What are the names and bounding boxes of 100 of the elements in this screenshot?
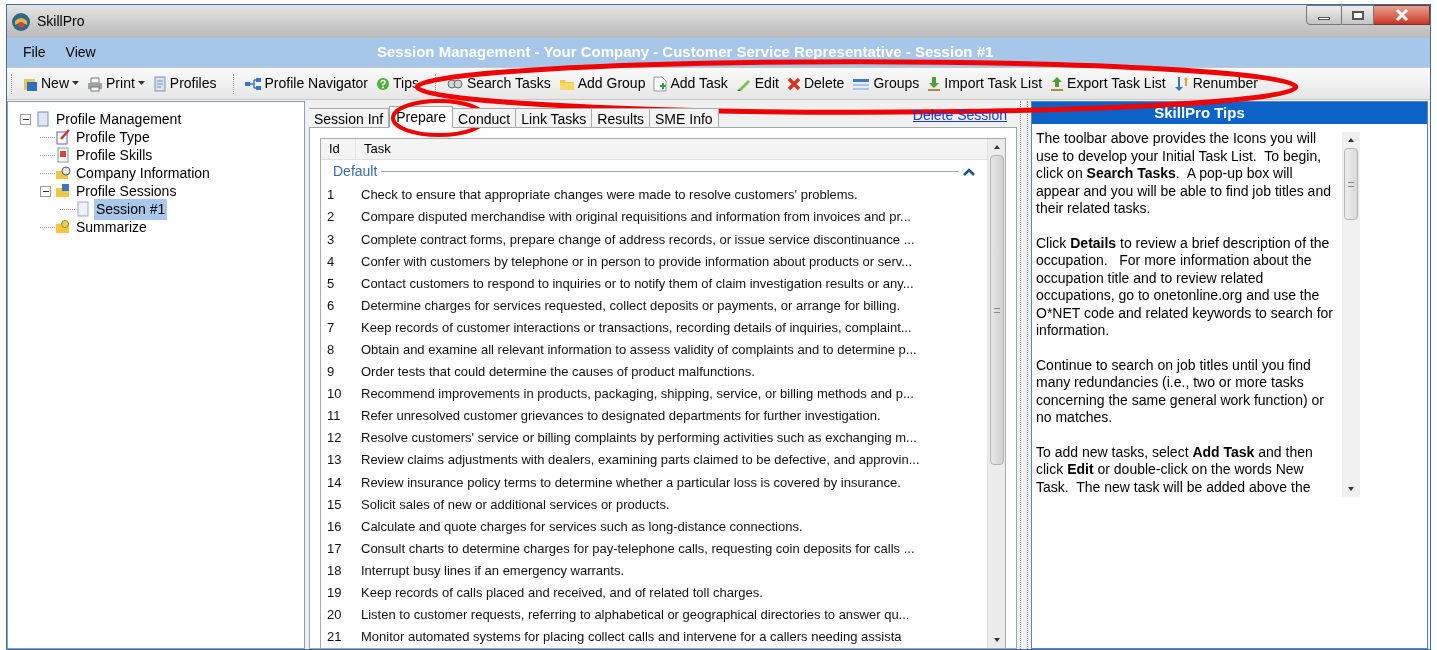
close-button[interactable]: [1374, 5, 1430, 25]
tip-paragraph: To add new tasks, select Add Task and then click Edit or double-click on the words New Task. The new task will be added above the: [1036, 443, 1314, 496]
toolbar-button[interactable]: Search Tasks: [441, 71, 555, 96]
row-id: 2: [326, 208, 336, 227]
checklist-icon: [55, 147, 71, 163]
collapse-icon[interactable]: [963, 167, 975, 176]
column-header[interactable]: Task: [355, 139, 391, 159]
group-label: Default: [333, 162, 378, 182]
tab[interactable]: Results: [592, 108, 651, 128]
row-id: 20: [326, 606, 343, 625]
toolbar-button[interactable]: Profiles: [148, 71, 221, 96]
toolbar-button[interactable]: Edit: [731, 71, 783, 96]
task-text[interactable]: Solicit sales of new or additional services or products.: [355, 494, 670, 515]
toolbar-button[interactable]: Export Task List: [1046, 71, 1170, 96]
maximize-button[interactable]: [1342, 5, 1374, 25]
tree-item[interactable]: Session #1: [94, 198, 168, 220]
row-id: 13: [326, 451, 343, 470]
page-add-icon: [653, 75, 668, 92]
toolbar-button[interactable]: New: [18, 71, 83, 96]
row-id: 19: [326, 584, 343, 602]
row-id: 1: [326, 186, 336, 205]
task-text[interactable]: Refer unresolved customer grievances to designated departments for further investigation.: [355, 406, 881, 426]
task-text[interactable]: Consult charts to determine charges for pay-telephone calls, requesting coin deposits for calls ...: [355, 538, 915, 559]
tab[interactable]: Session Inf: [309, 108, 390, 128]
row-id: 5: [326, 274, 336, 293]
sort-arrows-icon: [1173, 75, 1190, 92]
task-text[interactable]: Keep records of calls placed and received, and of related toll charges.: [355, 583, 763, 603]
toolbar-button[interactable]: Add Group: [554, 71, 650, 96]
row-id: 21: [326, 628, 343, 647]
collapse-toggle[interactable]: [20, 113, 31, 125]
splitter[interactable]: [1020, 101, 1028, 649]
down-arrow-icon: [927, 75, 942, 92]
task-text[interactable]: Calculate and quote charges for services such as long-distance connections.: [355, 516, 803, 537]
printer-icon: [87, 75, 103, 92]
list-icon: [852, 76, 871, 91]
task-text[interactable]: Monitor automated systems for placing collect calls and intervene for a callers needing assista: [355, 627, 902, 647]
delete-icon: [786, 76, 801, 91]
task-text[interactable]: Order tests that could determine the causes of product malfunctions.: [355, 362, 755, 382]
folder-icon: [55, 219, 71, 235]
column-header[interactable]: Id: [321, 139, 355, 159]
toolbar-button[interactable]: Profile Navigator: [239, 71, 372, 96]
toolbar-button[interactable]: Delete: [782, 71, 849, 96]
help-icon: [376, 76, 390, 91]
row-id: 14: [326, 473, 343, 492]
task-text[interactable]: Obtain and examine all relevant information to assess validity of complaints and to determine p...: [355, 340, 917, 360]
tip-paragraph: Continue to search on job titles until you find many redundancies (i.e., two or more tasks concerning the same general work function) or no matches.: [1036, 356, 1325, 427]
task-text[interactable]: Keep records of customer interactions or transactions, recording details of inquiries, complaint...: [355, 317, 912, 338]
toolbar-button[interactable]: Add Task: [649, 71, 732, 96]
toolbar-button[interactable]: Renumber: [1169, 71, 1262, 96]
row-id: 7: [326, 318, 336, 337]
row-id: 17: [326, 539, 343, 558]
menu-item[interactable]: View: [57, 42, 104, 63]
task-text[interactable]: Compare disputed merchandise with original requisitions and information from invoices and pr...: [355, 207, 911, 227]
tips-scrollbar[interactable]: [1342, 132, 1360, 497]
folder-icon: [55, 165, 71, 181]
task-text[interactable]: Listen to customer requests, referring to alphabetical or geographical directories to answer qu...: [355, 605, 910, 625]
menu-item[interactable]: File: [15, 42, 54, 63]
task-text[interactable]: Confer with customers by telephone or in person to provide information about products or serv...: [355, 251, 913, 272]
row-id: 18: [326, 561, 343, 580]
tip-paragraph: The toolbar above provides the Icons you will use to develop your Initial Task List. To begin, click on Search Tasks. A pop-up box will appear and you will be able to find job titles and their related tasks.: [1036, 130, 1332, 218]
folder-icon: [55, 183, 71, 199]
row-id: 10: [326, 385, 343, 404]
document-icon: [152, 75, 167, 92]
up-arrow-icon: [1050, 75, 1065, 92]
document-icon: [35, 111, 51, 127]
row-id: 9: [326, 363, 336, 382]
minimize-button[interactable]: [1306, 5, 1342, 25]
task-text[interactable]: Check to ensure that appropriate changes were made to resolve customers' problems.: [355, 185, 858, 205]
row-id: 16: [326, 517, 343, 536]
row-id: 6: [326, 296, 336, 315]
scroll-thumb[interactable]: [1344, 148, 1358, 220]
task-text[interactable]: Interrupt busy lines if an emergency warrants.: [355, 560, 624, 581]
task-text[interactable]: Contact customers to respond to inquiries or to notify them of claim investigation results or any...: [355, 273, 914, 294]
task-text[interactable]: Resolve customers' service or billing complaints by performing activities such as exchanging m...: [355, 428, 917, 448]
app-logo-icon: [11, 11, 31, 32]
tips-title: SkillPro Tips: [1154, 102, 1245, 123]
tab[interactable]: SME Info: [650, 108, 719, 128]
toolbar-button[interactable]: Import Task List: [923, 71, 1047, 96]
task-text[interactable]: Complete contract forms, prepare change of address records, or issue service discontinuance ...: [355, 229, 915, 249]
tab[interactable]: Conduct: [453, 108, 517, 128]
document-icon: [75, 201, 91, 217]
toolbar-button[interactable]: Groups: [848, 71, 924, 96]
row-id: 11: [326, 407, 342, 426]
row-id: 3: [326, 230, 336, 249]
tab[interactable]: Prepare: [389, 106, 454, 128]
task-text[interactable]: Review insurance policy terms to determine whether a particular loss is covered by insurance.: [355, 472, 901, 493]
page-title: Session Management - Your Company - Customer Service Representative - Session #1: [377, 42, 994, 62]
row-id: 12: [326, 429, 343, 448]
task-text[interactable]: Review claims adjustments with dealers, examining parts claimed to be defective, and approvin...: [355, 450, 920, 470]
row-id: 4: [326, 252, 336, 271]
tab[interactable]: Link Tasks: [516, 108, 593, 128]
task-text[interactable]: Determine charges for services requested, collect deposits or payments, or arrange for billing.: [355, 295, 901, 316]
window-title: SkillPro: [37, 12, 85, 31]
toolbar-button[interactable]: Print: [83, 71, 149, 96]
row-id: 15: [326, 495, 343, 514]
scroll-thumb[interactable]: [989, 155, 1004, 465]
task-text[interactable]: Recommend improvements in products, packaging, shipping, service, or billing methods and p...: [355, 384, 914, 404]
collapse-toggle[interactable]: [40, 185, 51, 197]
glasses-icon: [445, 76, 464, 91]
scrollbar[interactable]: [987, 139, 1005, 648]
